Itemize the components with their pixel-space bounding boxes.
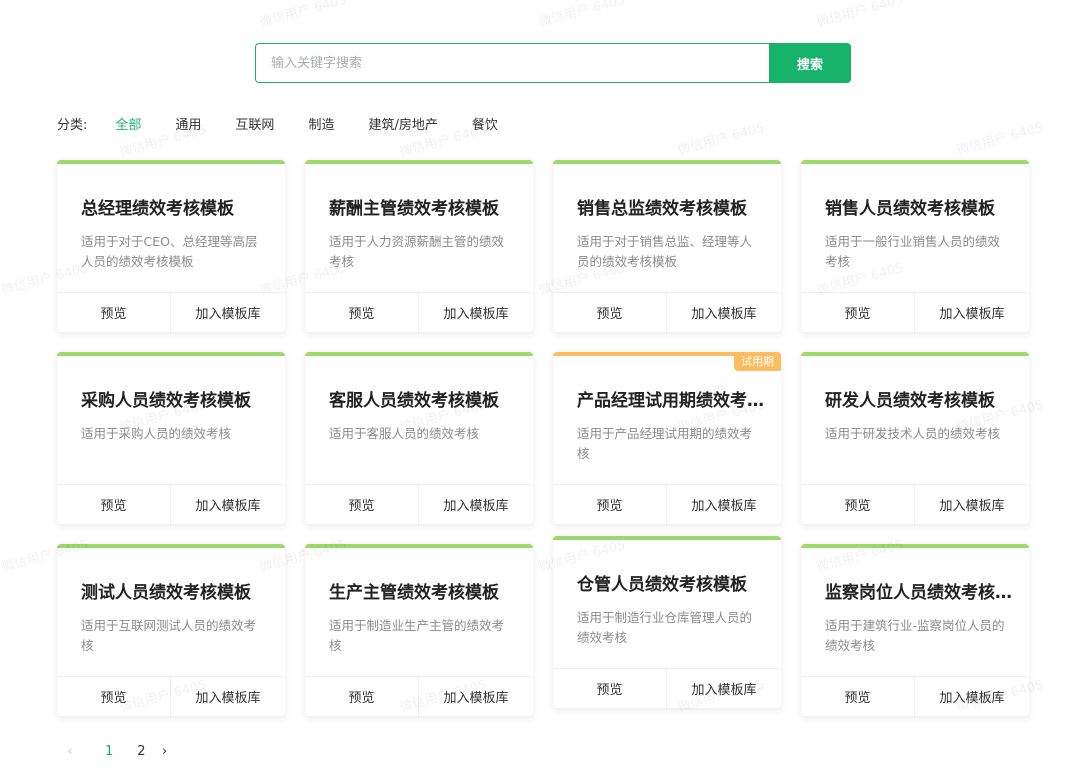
- preview-button[interactable]: 预览: [57, 293, 171, 332]
- search-input[interactable]: [255, 43, 769, 83]
- preview-button[interactable]: 预览: [553, 485, 667, 524]
- template-card: 销售总监绩效考核模板 适用于对于销售总监、经理等人员的绩效考核模板 预览 加入模…: [553, 160, 781, 332]
- page-2[interactable]: 2: [137, 744, 145, 759]
- template-grid: 总经理绩效考核模板 适用于对于CEO、总经理等高层人员的绩效考核模板 预览 加入…: [57, 160, 1030, 716]
- add-to-library-button[interactable]: 加入模板库: [419, 677, 533, 716]
- template-card: 采购人员绩效考核模板 适用于采购人员的绩效考核 预览 加入模板库: [57, 352, 285, 524]
- card-actions: 预览 加入模板库: [553, 484, 781, 524]
- template-card: 仓管人员绩效考核模板 适用于制造行业仓库管理人员的绩效考核 预览 加入模板库: [553, 536, 781, 708]
- card-description: 适用于互联网测试人员的绩效考核: [81, 618, 257, 653]
- preview-button[interactable]: 预览: [305, 293, 419, 332]
- add-to-library-button[interactable]: 加入模板库: [171, 293, 285, 332]
- card-title: 生产主管绩效考核模板: [329, 583, 499, 603]
- category-label: 分类:: [57, 117, 88, 133]
- add-to-library-button[interactable]: 加入模板库: [915, 485, 1029, 524]
- card-title: 产品经理试用期绩效考核模板: [577, 391, 767, 411]
- card-actions: 预览 加入模板库: [57, 292, 285, 332]
- card-title: 薪酬主管绩效考核模板: [329, 199, 499, 219]
- card-title: 总经理绩效考核模板: [81, 199, 234, 219]
- card-title: 采购人员绩效考核模板: [81, 391, 251, 411]
- card-actions: 预览 加入模板库: [57, 484, 285, 524]
- preview-button[interactable]: 预览: [553, 293, 667, 332]
- add-to-library-button[interactable]: 加入模板库: [667, 669, 781, 708]
- category-filter: 分类: 全部 通用 互联网 制造 建筑/房地产 餐饮: [57, 112, 532, 134]
- template-card: 客服人员绩效考核模板 适用于客服人员的绩效考核 预览 加入模板库: [305, 352, 533, 524]
- card-description: 适用于产品经理试用期的绩效考核: [577, 426, 753, 461]
- preview-button[interactable]: 预览: [553, 669, 667, 708]
- card-description: 适用于采购人员的绩效考核: [81, 426, 232, 441]
- category-internet[interactable]: 互联网: [235, 114, 274, 133]
- card-description: 适用于研发技术人员的绩效考核: [825, 426, 1001, 441]
- card-title: 测试人员绩效考核模板: [81, 583, 251, 603]
- template-card: 试用期 产品经理试用期绩效考核模板 适用于产品经理试用期的绩效考核 预览 加入模…: [553, 352, 781, 524]
- trial-badge: 试用期: [734, 352, 781, 371]
- preview-button[interactable]: 预览: [57, 677, 171, 716]
- template-card: 薪酬主管绩效考核模板 适用于人力资源薪酬主管的绩效考核 预览 加入模板库: [305, 160, 533, 332]
- card-description: 适用于对于CEO、总经理等高层人员的绩效考核模板: [81, 234, 258, 269]
- watermark: 微信用户 6405: [676, 120, 767, 159]
- add-to-library-button[interactable]: 加入模板库: [171, 485, 285, 524]
- preview-button[interactable]: 预览: [305, 677, 419, 716]
- add-to-library-button[interactable]: 加入模板库: [419, 293, 533, 332]
- card-actions: 预览 加入模板库: [305, 292, 533, 332]
- category-catering[interactable]: 餐饮: [472, 114, 498, 133]
- chevron-left-icon[interactable]: ‹: [63, 744, 77, 759]
- card-title: 销售总监绩效考核模板: [577, 199, 747, 219]
- template-card: 总经理绩效考核模板 适用于对于CEO、总经理等高层人员的绩效考核模板 预览 加入…: [57, 160, 285, 332]
- card-description: 适用于对于销售总监、经理等人员的绩效考核模板: [577, 234, 753, 269]
- card-title: 销售人员绩效考核模板: [825, 199, 995, 219]
- card-title: 客服人员绩效考核模板: [329, 391, 499, 411]
- template-card: 测试人员绩效考核模板 适用于互联网测试人员的绩效考核 预览 加入模板库: [57, 544, 285, 716]
- card-actions: 预览 加入模板库: [553, 668, 781, 708]
- add-to-library-button[interactable]: 加入模板库: [667, 485, 781, 524]
- card-actions: 预览 加入模板库: [801, 292, 1029, 332]
- search-button[interactable]: 搜索: [769, 43, 851, 83]
- add-to-library-button[interactable]: 加入模板库: [171, 677, 285, 716]
- card-title: 研发人员绩效考核模板: [825, 391, 995, 411]
- watermark: 微信用户 6405: [258, 0, 349, 31]
- page-1[interactable]: 1: [105, 744, 113, 759]
- card-actions: 预览 加入模板库: [801, 484, 1029, 524]
- card-actions: 预览 加入模板库: [57, 676, 285, 716]
- category-manufacturing[interactable]: 制造: [308, 114, 334, 133]
- watermark: 微信用户 6405: [815, 0, 906, 31]
- card-actions: 预览 加入模板库: [305, 484, 533, 524]
- watermark: 微信用户 6405: [537, 0, 628, 31]
- template-card: 生产主管绩效考核模板 适用于制造业生产主管的绩效考核 预览 加入模板库: [305, 544, 533, 716]
- category-general[interactable]: 通用: [175, 114, 201, 133]
- card-actions: 预览 加入模板库: [553, 292, 781, 332]
- card-description: 适用于客服人员的绩效考核: [329, 426, 480, 441]
- template-card: 销售人员绩效考核模板 适用于一般行业销售人员的绩效考核 预览 加入模板库: [801, 160, 1029, 332]
- add-to-library-button[interactable]: 加入模板库: [667, 293, 781, 332]
- chevron-right-icon[interactable]: ›: [158, 744, 172, 759]
- card-description: 适用于建筑行业-监察岗位人员的绩效考核: [825, 618, 1005, 653]
- preview-button[interactable]: 预览: [801, 293, 915, 332]
- preview-button[interactable]: 预览: [801, 677, 915, 716]
- preview-button[interactable]: 预览: [801, 485, 915, 524]
- watermark: 微信用户 6405: [955, 120, 1046, 159]
- add-to-library-button[interactable]: 加入模板库: [915, 677, 1029, 716]
- preview-button[interactable]: 预览: [305, 485, 419, 524]
- template-card: 监察岗位人员绩效考核模板 适用于建筑行业-监察岗位人员的绩效考核 预览 加入模板…: [801, 544, 1029, 716]
- card-title: 仓管人员绩效考核模板: [577, 575, 747, 595]
- card-description: 适用于人力资源薪酬主管的绩效考核: [329, 234, 505, 269]
- card-actions: 预览 加入模板库: [305, 676, 533, 716]
- card-description: 适用于制造行业仓库管理人员的绩效考核: [577, 610, 753, 645]
- card-description: 适用于一般行业销售人员的绩效考核: [825, 234, 1001, 269]
- add-to-library-button[interactable]: 加入模板库: [419, 485, 533, 524]
- card-description: 适用于制造业生产主管的绩效考核: [329, 618, 505, 653]
- card-actions: 预览 加入模板库: [801, 676, 1029, 716]
- search-bar: 搜索: [255, 43, 851, 83]
- category-all[interactable]: 全部: [115, 114, 141, 133]
- preview-button[interactable]: 预览: [57, 485, 171, 524]
- template-card: 研发人员绩效考核模板 适用于研发技术人员的绩效考核 预览 加入模板库: [801, 352, 1029, 524]
- category-construction-realestate[interactable]: 建筑/房地产: [368, 114, 437, 133]
- add-to-library-button[interactable]: 加入模板库: [915, 293, 1029, 332]
- card-title: 监察岗位人员绩效考核模板: [825, 583, 1015, 603]
- pagination: ‹ 1 2 ›: [63, 740, 172, 762]
